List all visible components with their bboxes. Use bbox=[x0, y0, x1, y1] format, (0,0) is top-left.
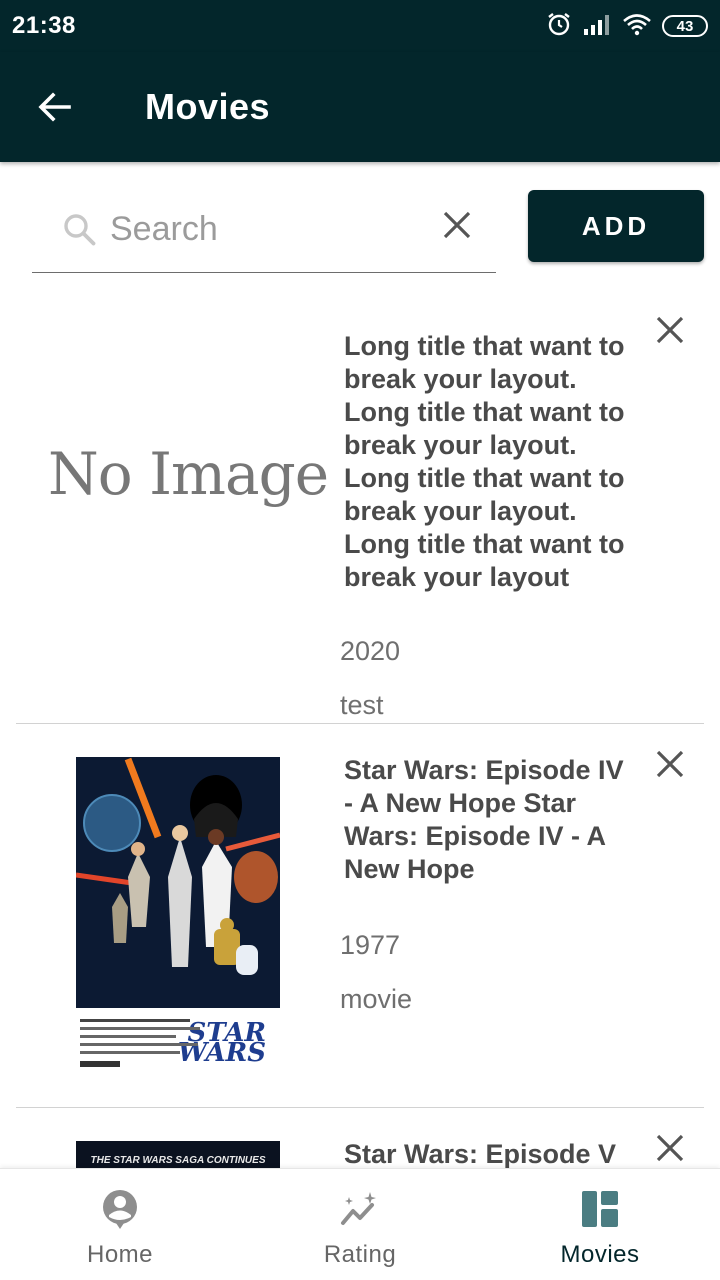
signal-icon bbox=[582, 13, 612, 40]
dashboard-icon bbox=[582, 1191, 618, 1227]
person-icon bbox=[103, 1190, 137, 1229]
movie-card[interactable]: STAR WARS Star Wars: Episode IV - A New … bbox=[16, 724, 704, 1108]
close-icon bbox=[656, 1134, 684, 1162]
movie-card[interactable]: THE STAR WARS SAGA CONTINUES Star Wars: … bbox=[16, 1108, 704, 1168]
movie-card[interactable]: No Image Long title that want to break y… bbox=[16, 290, 704, 724]
movie-list: No Image Long title that want to break y… bbox=[0, 290, 720, 1168]
movie-type: movie bbox=[340, 984, 413, 1014]
wifi-icon bbox=[622, 12, 652, 41]
status-icons: 43 bbox=[546, 12, 708, 40]
arrow-back-icon bbox=[38, 92, 71, 122]
movie-poster: THE STAR WARS SAGA CONTINUES bbox=[76, 1141, 280, 1168]
movie-year: 2020 bbox=[340, 636, 401, 666]
search-icon bbox=[64, 214, 96, 246]
add-button[interactable]: ADD bbox=[528, 190, 704, 262]
close-icon bbox=[443, 211, 471, 239]
nav-rating-label: Rating bbox=[323, 1241, 397, 1268]
alarm-icon bbox=[546, 11, 572, 42]
search-field bbox=[32, 195, 496, 273]
nav-home[interactable]: Home bbox=[0, 1169, 240, 1280]
svg-text:WARS: WARS bbox=[178, 1038, 266, 1068]
remove-movie-button[interactable] bbox=[650, 310, 690, 350]
trend-icon bbox=[341, 1192, 376, 1225]
close-icon bbox=[656, 316, 684, 344]
search-input[interactable] bbox=[110, 207, 430, 251]
movie-type: test bbox=[340, 690, 384, 720]
bottom-navigation: Home Rating Movies bbox=[0, 1168, 720, 1280]
page-title: Movies bbox=[145, 86, 271, 127]
status-time: 21:38 bbox=[12, 12, 76, 39]
status-bar: 21:38 43 bbox=[0, 0, 720, 52]
remove-movie-button[interactable] bbox=[650, 1128, 690, 1168]
movie-year: 1977 bbox=[340, 930, 401, 960]
movie-title: Star Wars: Episode V bbox=[344, 1139, 617, 1168]
nav-rating[interactable]: Rating bbox=[240, 1169, 480, 1280]
back-button[interactable] bbox=[30, 82, 80, 132]
no-image-placeholder: No Image bbox=[48, 440, 329, 508]
movie-poster: STAR WARS bbox=[76, 757, 280, 1073]
remove-movie-button[interactable] bbox=[650, 744, 690, 784]
nav-movies-label: Movies bbox=[560, 1241, 640, 1268]
nav-movies[interactable]: Movies bbox=[480, 1169, 720, 1280]
movie-title: Star Wars: Episode IV - A New Hope Star … bbox=[344, 755, 624, 884]
close-icon bbox=[656, 750, 684, 778]
clear-search-button[interactable] bbox=[437, 205, 477, 245]
nav-home-label: Home bbox=[86, 1241, 154, 1268]
poster-tagline-text: THE STAR WARS SAGA CONTINUES bbox=[90, 1155, 265, 1166]
app-bar: Movies bbox=[0, 52, 720, 162]
battery-icon: 43 bbox=[662, 15, 708, 37]
movie-title: Long title that want to break your layou… bbox=[344, 331, 625, 592]
